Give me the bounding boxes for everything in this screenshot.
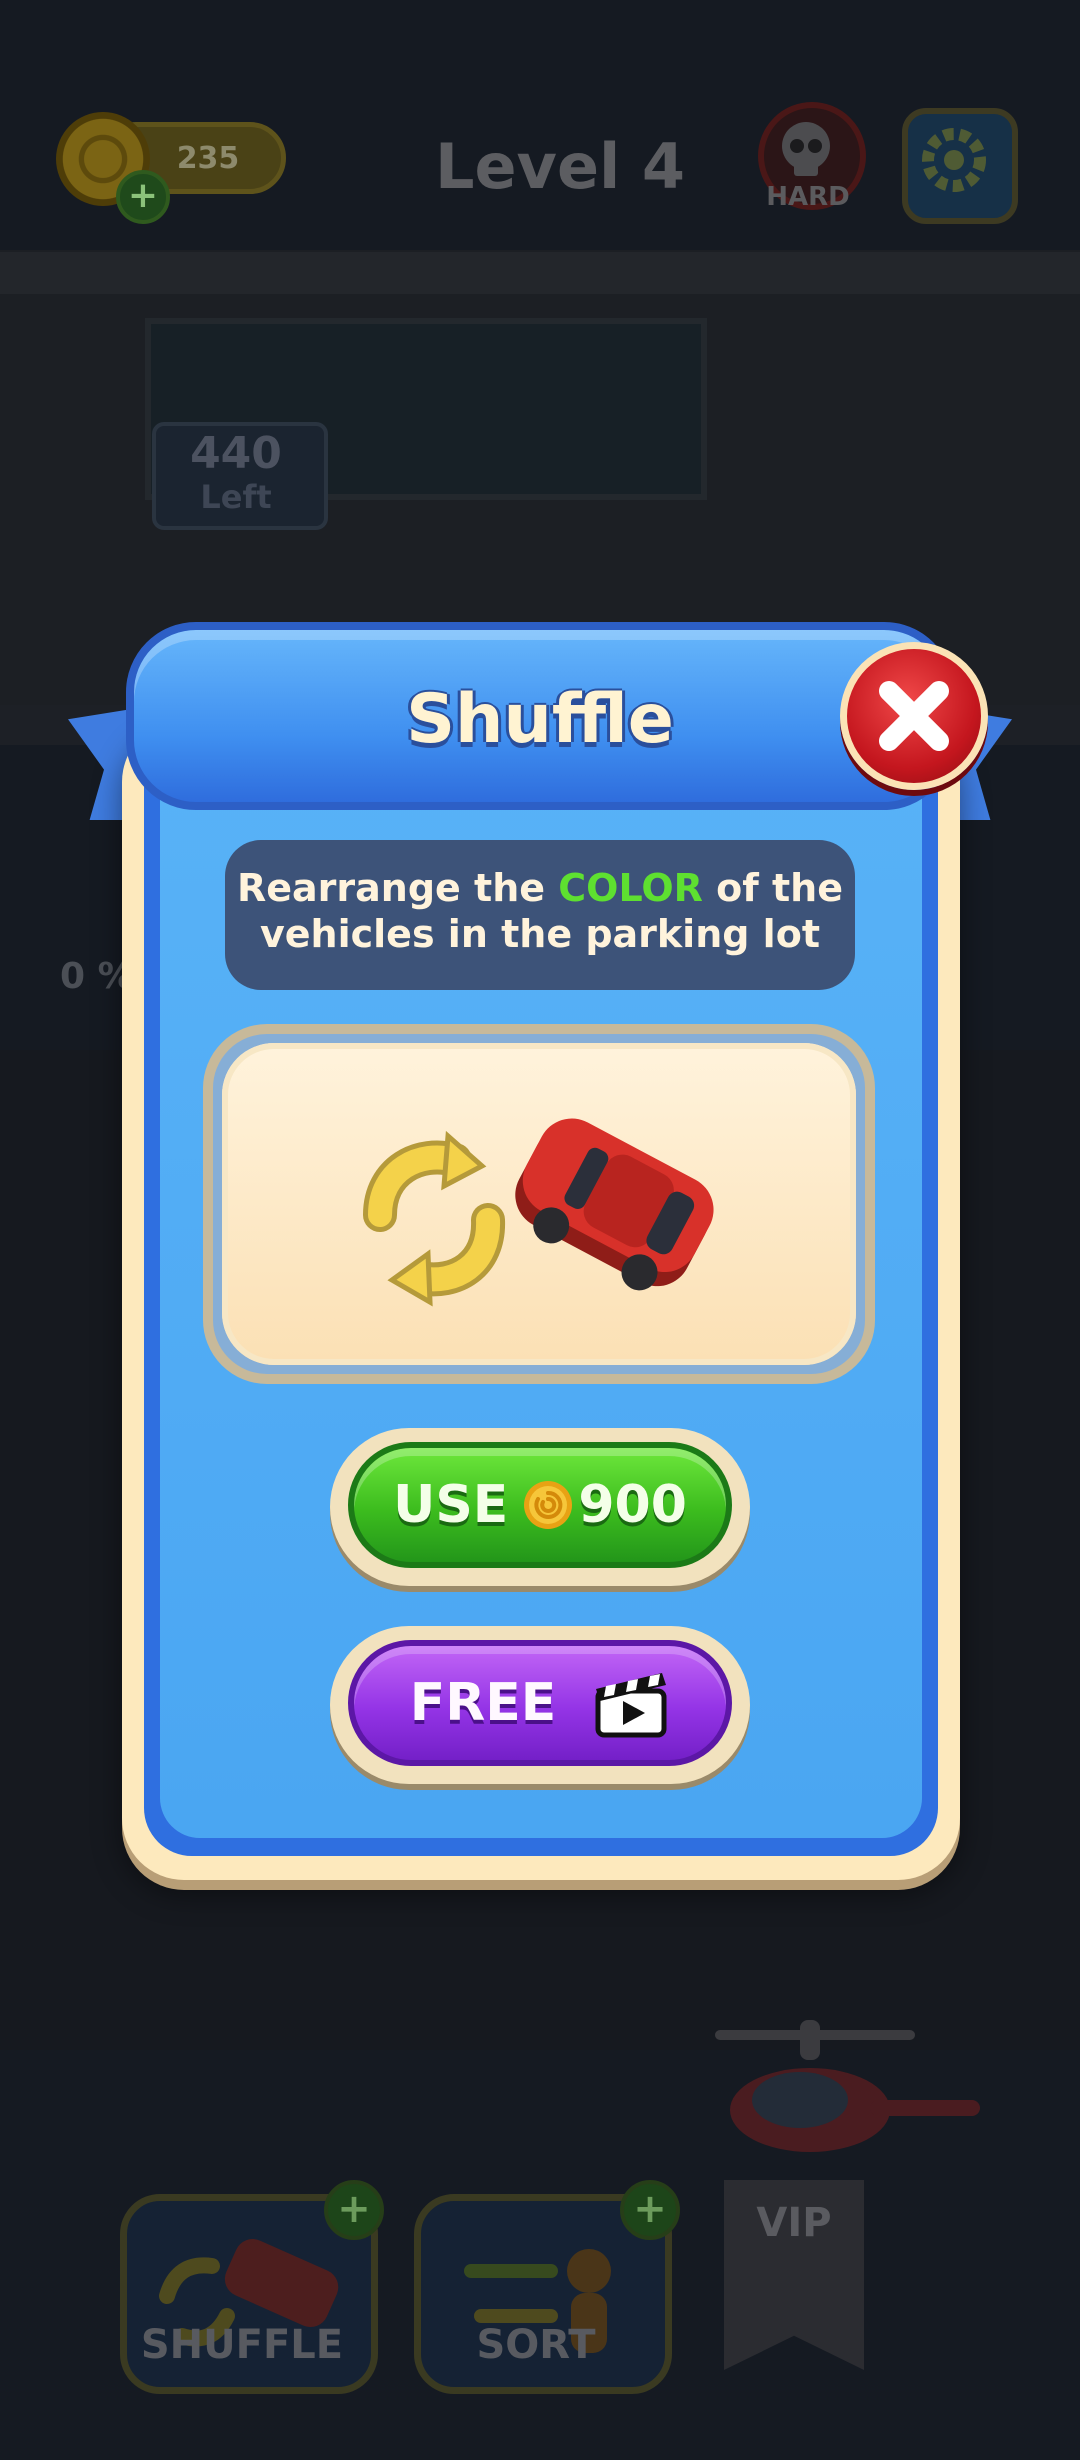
- remaining-count: 440: [190, 428, 282, 479]
- description-highlight: COLOR: [558, 866, 703, 910]
- building-roof: [0, 252, 1080, 294]
- video-clapper-icon: [595, 1673, 667, 1738]
- description-text-end: of the: [716, 866, 843, 910]
- gear-icon[interactable]: [902, 108, 1018, 224]
- skull-icon-shape: [782, 122, 830, 176]
- remaining-label: Left: [200, 478, 272, 516]
- gear-icon-shape: [922, 128, 986, 192]
- shuffle-illustration: [363, 1118, 714, 1307]
- shuffle-booster-plus-icon[interactable]: +: [324, 2180, 384, 2240]
- free-button-label: FREE: [409, 1673, 557, 1733]
- use-button-label: USE: [393, 1475, 509, 1535]
- vip-label: VIP: [756, 2200, 832, 2246]
- shuffle-arrows-icon: [363, 1130, 506, 1307]
- close-icon: [879, 681, 949, 751]
- free-video-button[interactable]: FREE: [348, 1640, 732, 1766]
- close-button[interactable]: [840, 642, 988, 790]
- dialog-title: Shuffle: [406, 680, 674, 759]
- use-price: 900: [578, 1475, 687, 1535]
- sort-booster-plus-icon[interactable]: +: [620, 2180, 680, 2240]
- add-coins-plus-icon[interactable]: +: [116, 170, 170, 224]
- sort-booster-label: SORT: [476, 2322, 596, 2368]
- level-title: Level 4: [435, 130, 685, 203]
- description-text-start: Rearrange the: [237, 866, 546, 910]
- shuffle-booster-label: SHUFFLE: [140, 2322, 344, 2368]
- description-line-1: Rearrange the COLOR of the: [225, 866, 855, 910]
- coin-balance-value: 235: [176, 140, 240, 176]
- helicopter-icon: [715, 2020, 980, 2152]
- difficulty-label: HARD: [766, 182, 850, 212]
- coin-icon: [524, 1481, 573, 1529]
- red-car-icon: [515, 1118, 714, 1291]
- description-line-2: vehicles in the parking lot: [260, 912, 820, 956]
- use-coins-button[interactable]: USE 900: [348, 1442, 732, 1568]
